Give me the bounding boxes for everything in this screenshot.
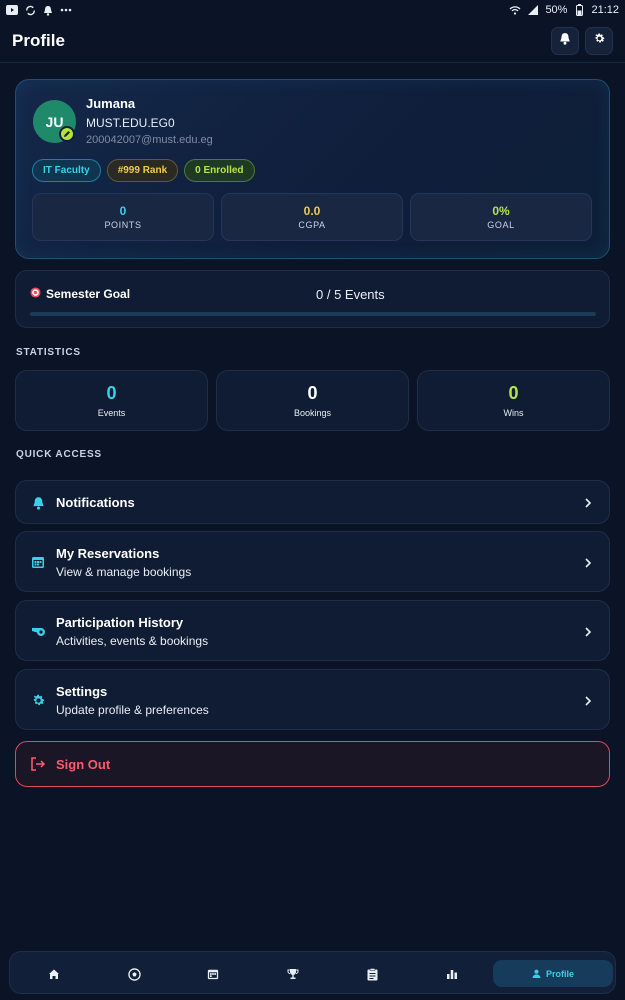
enrolled-chip: 0 Enrolled: [184, 159, 255, 182]
notifications-label: Notifications: [56, 495, 135, 510]
chevron-right-icon: [585, 696, 592, 706]
nav-home[interactable]: [44, 964, 64, 984]
faculty-chip: IT Faculty: [32, 159, 101, 182]
wins-count: 0: [508, 383, 519, 403]
chevron-right-icon: [585, 627, 592, 637]
participation-subtitle: Activities, events & bookings: [56, 634, 209, 648]
settings-subtitle: Update profile & preferences: [56, 703, 209, 717]
battery-icon: [573, 4, 585, 16]
target-icon: [30, 287, 41, 301]
page-title: Profile: [12, 31, 65, 50]
nav-profile[interactable]: Profile: [493, 960, 613, 987]
nav-trophies[interactable]: [283, 964, 303, 984]
cgpa-value: 0.0: [303, 204, 321, 218]
semester-goal-title: Semester Goal: [46, 287, 131, 301]
bar-chart-icon: [447, 970, 457, 979]
quick-access-settings[interactable]: Settings Update profile & preferences: [15, 669, 610, 730]
bell-icon: [559, 32, 571, 50]
calendar-icon: [30, 554, 46, 570]
gear-icon: [30, 692, 46, 708]
chevron-right-icon: [585, 558, 592, 568]
bookings-label: Bookings: [293, 408, 332, 418]
whistle-icon: [30, 623, 46, 639]
events-stat[interactable]: 0 Events: [15, 370, 208, 431]
nav-tasks[interactable]: [362, 964, 382, 984]
clock: 21:12: [591, 4, 619, 16]
semester-goal-progress-bar: [30, 312, 596, 316]
points-stat: 0 POINTS: [32, 193, 214, 241]
quick-access-participation-history[interactable]: Participation History Activities, events…: [15, 600, 610, 661]
sign-out-button[interactable]: Sign Out: [15, 741, 610, 787]
battery-level: 50%: [545, 4, 568, 16]
nav-profile-label: Profile: [545, 968, 574, 979]
clipboard-icon: [367, 967, 377, 980]
semester-goal-events: 0 / 5 Events: [316, 287, 385, 302]
goal-value: 0%: [492, 204, 510, 218]
nav-stats[interactable]: [442, 964, 462, 984]
reservations-title: My Reservations: [56, 546, 160, 561]
youtube-icon: [6, 4, 18, 16]
logout-icon: [31, 757, 46, 771]
goal-stat: 0% GOAL: [410, 193, 592, 241]
notifications-button[interactable]: [551, 27, 579, 55]
quick-access-reservations[interactable]: My Reservations View & manage bookings: [15, 531, 610, 592]
sign-out-label: Sign Out: [56, 757, 111, 772]
participation-title: Participation History: [56, 615, 184, 630]
events-count: 0: [106, 383, 117, 403]
events-label: Events: [97, 408, 126, 418]
quick-access-notifications[interactable]: Notifications: [15, 480, 610, 524]
signal-icon: [527, 4, 539, 16]
ball-icon: [127, 967, 141, 981]
goal-label: GOAL: [487, 220, 515, 230]
gear-icon: [593, 32, 606, 50]
bottom-navigation: Profile: [9, 951, 616, 994]
settings-title: Settings: [56, 684, 108, 699]
points-value: 0: [119, 204, 127, 218]
rank-chip: #999 Rank: [106, 159, 179, 182]
home-icon: [49, 969, 59, 979]
app-header: Profile: [0, 20, 625, 63]
wins-stat[interactable]: 0 Wins: [417, 370, 610, 431]
calendar-icon: [207, 969, 219, 980]
quick-access-heading: QUICK ACCESS: [16, 449, 102, 460]
statistics-heading: STATISTICS: [16, 347, 81, 358]
bell-icon: [30, 495, 46, 511]
cgpa-stat: 0.0 CGPA: [221, 193, 403, 241]
nav-sports[interactable]: [124, 964, 144, 984]
bookings-stat[interactable]: 0 Bookings: [216, 370, 409, 431]
wins-label: Wins: [503, 408, 524, 418]
user-email: 200042007@must.edu.eg: [86, 134, 213, 146]
status-bar: 50% 21:12: [0, 0, 625, 20]
profile-card: JU Jumana MUST.EDU.EG0 200042007@must.ed…: [15, 79, 610, 259]
bookings-count: 0: [307, 383, 318, 403]
cgpa-label: CGPA: [298, 220, 326, 230]
user-org: MUST.EDU.EG0: [86, 116, 175, 130]
wifi-icon: [509, 4, 521, 16]
edit-avatar-button[interactable]: [59, 126, 75, 142]
trophy-icon: [287, 969, 299, 979]
user-icon: [532, 969, 541, 978]
bell-icon: [42, 4, 54, 16]
pencil-icon: [63, 125, 71, 143]
reservations-subtitle: View & manage bookings: [56, 565, 192, 579]
nav-calendar[interactable]: [203, 964, 223, 984]
settings-button[interactable]: [585, 27, 613, 55]
points-label: POINTS: [104, 220, 142, 230]
semester-goal-card[interactable]: Semester Goal 0 / 5 Events: [15, 270, 610, 328]
user-name: Jumana: [86, 96, 136, 111]
chevron-right-icon: [585, 498, 592, 508]
more-icon: [60, 4, 72, 16]
sync-icon: [24, 4, 36, 16]
